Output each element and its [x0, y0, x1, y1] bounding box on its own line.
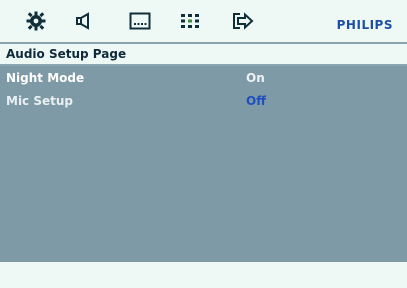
setting-value: On — [246, 71, 265, 85]
page-title: Audio Setup Page — [6, 47, 127, 61]
grid-icon[interactable] — [178, 9, 202, 33]
page-title-bar: Audio Setup Page — [0, 44, 407, 64]
help-strip — [0, 262, 407, 288]
subtitle-icon[interactable] — [128, 9, 152, 33]
setting-label: Night Mode — [6, 71, 85, 85]
exit-arrow-icon[interactable] — [231, 9, 255, 33]
setting-label: Mic Setup — [6, 94, 73, 108]
dvd-setup-screen: PHILIPS Audio Setup Page Night Mode On M… — [0, 0, 407, 288]
settings-row-mic-setup[interactable]: Mic Setup Off — [0, 91, 407, 111]
gear-icon[interactable] — [24, 9, 48, 33]
settings-panel: Night Mode On Mic Setup Off — [0, 66, 407, 262]
setting-value: Off — [246, 94, 266, 108]
settings-row-night-mode[interactable]: Night Mode On — [0, 68, 407, 88]
setup-toolbar: PHILIPS — [0, 0, 407, 42]
brand-logo: PHILIPS — [336, 18, 393, 32]
speaker-icon[interactable] — [72, 9, 96, 33]
